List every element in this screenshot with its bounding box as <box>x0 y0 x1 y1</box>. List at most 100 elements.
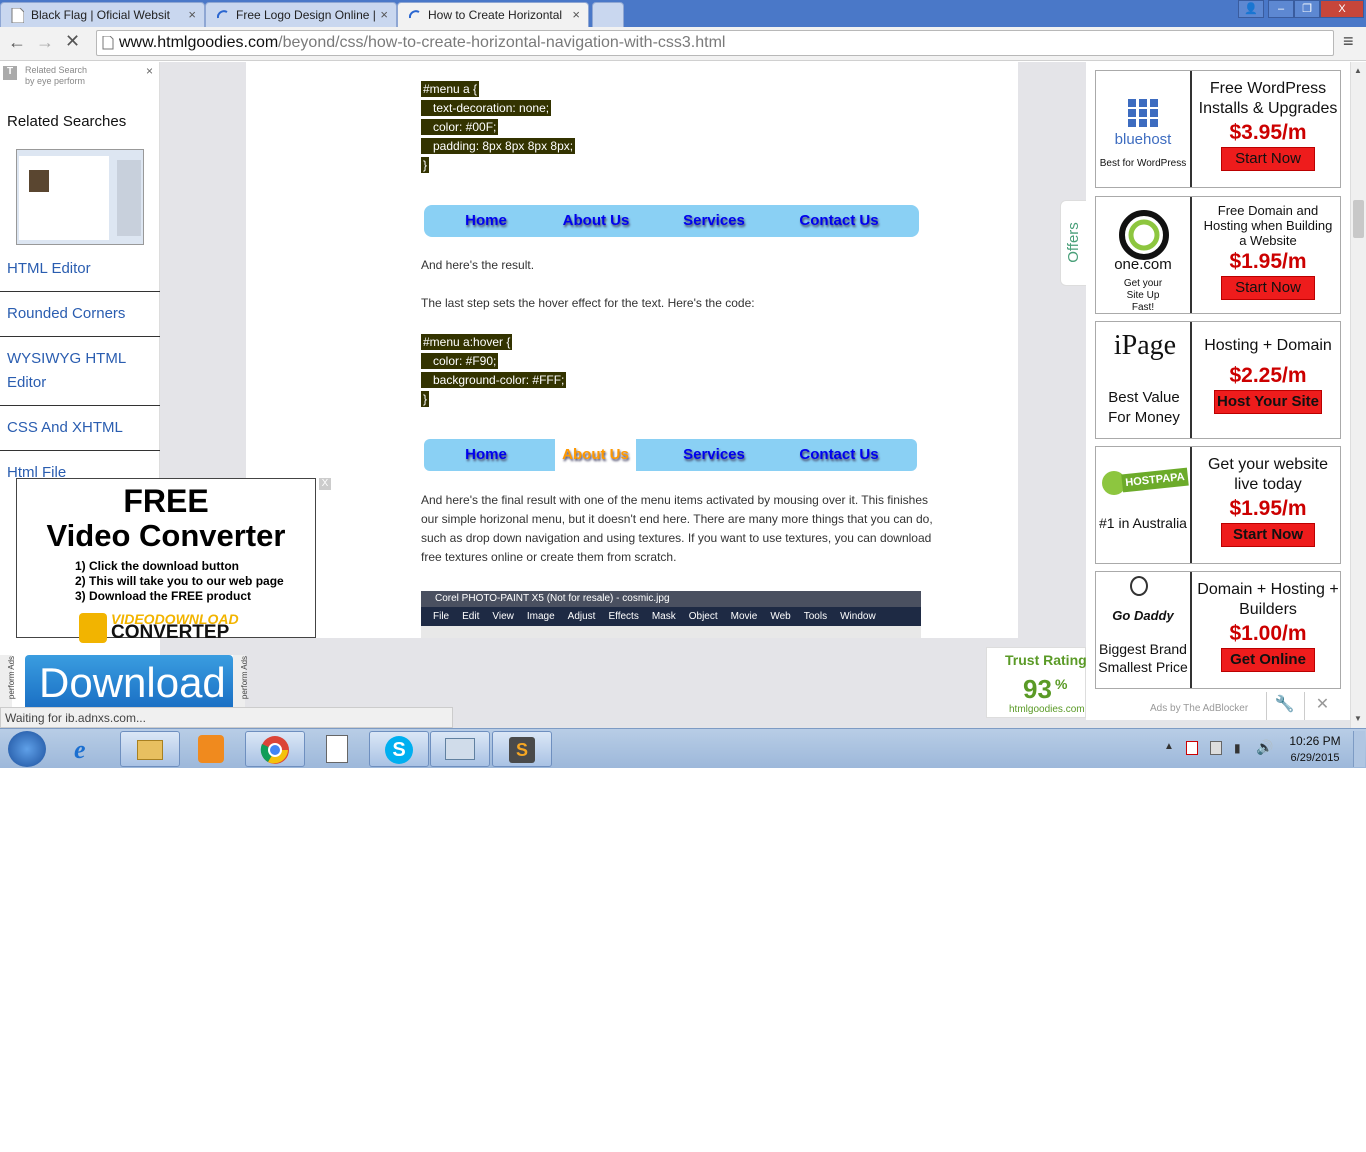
tab-free-logo[interactable]: Free Logo Design Online | × <box>205 2 397 27</box>
ad-hostpapa[interactable]: HOSTPAPA #1 in Australia Get your websit… <box>1095 446 1341 564</box>
chrome-button[interactable] <box>245 731 305 767</box>
scroll-up-icon[interactable]: ▲ <box>1354 66 1362 75</box>
nav-contact-us[interactable]: Contact Us <box>790 439 888 471</box>
tab-close-icon[interactable]: × <box>380 7 388 22</box>
related-link-html-editor[interactable]: HTML Editor <box>7 257 91 281</box>
ad-cta-button[interactable]: Host Your Site <box>1214 390 1322 414</box>
ad-cta-button[interactable]: Start Now <box>1221 147 1315 171</box>
corel-menu-item: File <box>433 611 450 622</box>
nav-services[interactable]: Services <box>674 439 754 471</box>
internet-explorer-icon[interactable]: e <box>74 735 106 764</box>
skype-button[interactable]: S <box>369 731 429 767</box>
ad-close-button[interactable]: X <box>319 478 331 490</box>
clock-time[interactable]: 10:26 PM <box>1282 734 1348 748</box>
ad-steps: 1) Click the download button 2) This wil… <box>75 559 284 604</box>
loading-icon <box>216 10 228 19</box>
related-search-sub: by eye perform <box>25 76 86 86</box>
control-panel-button[interactable] <box>430 731 490 767</box>
forward-icon[interactable]: → <box>36 32 54 53</box>
offers-tab[interactable]: Offers <box>1060 200 1086 286</box>
start-button[interactable] <box>8 731 46 767</box>
nav-home[interactable]: Home <box>454 205 518 237</box>
close-icon[interactable]: × <box>146 64 153 78</box>
folder-icon <box>137 740 163 760</box>
status-bar: Waiting for ib.adnxs.com... <box>0 707 453 728</box>
trust-value: 93 <box>1023 674 1052 704</box>
ad-ipage[interactable]: iPage Best Value For Money Hosting + Dom… <box>1095 321 1341 439</box>
tab-title: How to Create Horizontal <box>428 8 563 22</box>
nav-contact-us[interactable]: Contact Us <box>790 205 888 237</box>
menu-icon[interactable]: ≡ <box>1343 31 1354 52</box>
related-search-logo: T <box>3 66 17 80</box>
nav-home[interactable]: Home <box>454 439 518 471</box>
ad-logo: bluehost Best for WordPress <box>1096 71 1192 187</box>
back-icon[interactable]: ← <box>8 32 26 53</box>
related-thumbnail[interactable] <box>16 149 144 245</box>
tray-expand-icon[interactable]: ▲ <box>1164 741 1174 752</box>
media-player-icon[interactable] <box>198 735 224 763</box>
ad-cta-button[interactable]: Start Now <box>1221 276 1315 300</box>
minimize-button[interactable]: – <box>1268 0 1294 18</box>
volume-icon[interactable]: 🔊 <box>1256 739 1273 756</box>
ad-headline: Free Domain and Hosting when Building a … <box>1203 203 1333 248</box>
ad-price: $3.95/m <box>1229 121 1307 144</box>
download-button[interactable]: Download <box>25 655 233 708</box>
corel-menu-item: Window <box>840 611 876 622</box>
download-ad[interactable]: perform Ads Download perform Ads <box>0 655 249 708</box>
ad-price: $2.25/m <box>1229 364 1307 387</box>
stop-icon[interactable]: ✕ <box>65 31 80 52</box>
sublime-button[interactable]: S <box>492 731 552 767</box>
clock-date[interactable]: 6/29/2015 <box>1282 752 1348 764</box>
nav-about-us-hover[interactable]: About Us <box>555 439 636 471</box>
tab-black-flag[interactable]: Black Flag | Oficial Websit × <box>0 2 205 27</box>
ad-free-text: FREE <box>123 483 209 519</box>
trust-rating-badge[interactable]: Trust Rating 93 % htmlgoodies.com <box>986 647 1087 718</box>
file-explorer-button[interactable] <box>120 731 180 767</box>
close-window-button[interactable]: X <box>1320 0 1364 18</box>
corel-screenshot: Corel PHOTO-PAINT X5 (Not for resale) - … <box>421 591 921 638</box>
restore-button[interactable]: ❐ <box>1294 0 1320 18</box>
ad-logo-text: Go Daddy <box>1112 608 1174 623</box>
related-link-wysiwyg[interactable]: WYSIWYG HTML Editor <box>7 347 147 395</box>
ad-video-converter-text: Video Converter <box>46 518 286 553</box>
ad-godaddy[interactable]: Go Daddy Biggest Brand Smallest Price Do… <box>1095 571 1341 689</box>
wrench-icon[interactable]: 🔧 <box>1266 692 1302 720</box>
related-link-css-xhtml[interactable]: CSS And XHTML <box>7 416 123 440</box>
code-line: text-decoration: none; <box>421 100 552 116</box>
ad-bluehost[interactable]: bluehost Best for WordPress Free WordPre… <box>1095 70 1341 188</box>
tab-how-to-create[interactable]: How to Create Horizontal × <box>397 2 589 27</box>
ad-cta-button[interactable]: Start Now <box>1221 523 1315 547</box>
usb-icon[interactable] <box>1210 741 1222 755</box>
code-line: background-color: #FFF; <box>421 372 567 388</box>
action-center-icon[interactable] <box>1186 741 1198 755</box>
nav-services[interactable]: Services <box>674 205 754 237</box>
network-icon[interactable]: ▮ <box>1234 741 1241 755</box>
tab-close-icon[interactable]: × <box>572 7 580 22</box>
show-desktop-button[interactable] <box>1353 731 1365 767</box>
page-scrollbar[interactable]: ▲ ▼ <box>1350 62 1366 728</box>
trust-unit: % <box>1055 676 1068 692</box>
url-path: /beyond/css/how-to-create-horizontal-nav… <box>278 34 726 51</box>
document-icon[interactable] <box>326 735 348 763</box>
nav-about-us[interactable]: About Us <box>554 205 638 237</box>
scroll-down-icon[interactable]: ▼ <box>1354 714 1362 723</box>
ad-text: Domain + Hosting + Builders $1.00/m Get … <box>1194 580 1342 672</box>
new-tab-button[interactable] <box>592 2 624 27</box>
nav-demo-1: Home About Us Services Contact Us <box>424 205 919 237</box>
address-bar[interactable]: www.htmlgoodies.com/beyond/css/how-to-cr… <box>96 30 1334 56</box>
profile-icon[interactable]: 👤 <box>1238 0 1264 18</box>
tab-title: Free Logo Design Online | <box>236 8 376 22</box>
video-converter-ad[interactable]: FREE Video Converter 1) Click the downlo… <box>16 478 316 643</box>
close-icon[interactable]: ✕ <box>1304 692 1340 720</box>
ad-text: Hosting + Domain $2.25/m Host Your Site <box>1194 336 1342 414</box>
ad-cta-button[interactable]: Get Online <box>1221 648 1315 672</box>
scroll-thumb[interactable] <box>1353 200 1364 238</box>
ad-logo-sub: Best for WordPress <box>1099 158 1187 169</box>
related-link-rounded-corners[interactable]: Rounded Corners <box>7 302 125 326</box>
ad-logo-text: bluehost <box>1114 131 1172 148</box>
ad-text: Free Domain and Hosting when Building a … <box>1194 203 1342 300</box>
ad-onecom[interactable]: one.com Get your Site Up Fast! Free Doma… <box>1095 196 1341 314</box>
ad-step: 1) Click the download button <box>75 559 239 573</box>
code-line: color: #00F; <box>421 119 499 135</box>
tab-close-icon[interactable]: × <box>188 7 196 22</box>
